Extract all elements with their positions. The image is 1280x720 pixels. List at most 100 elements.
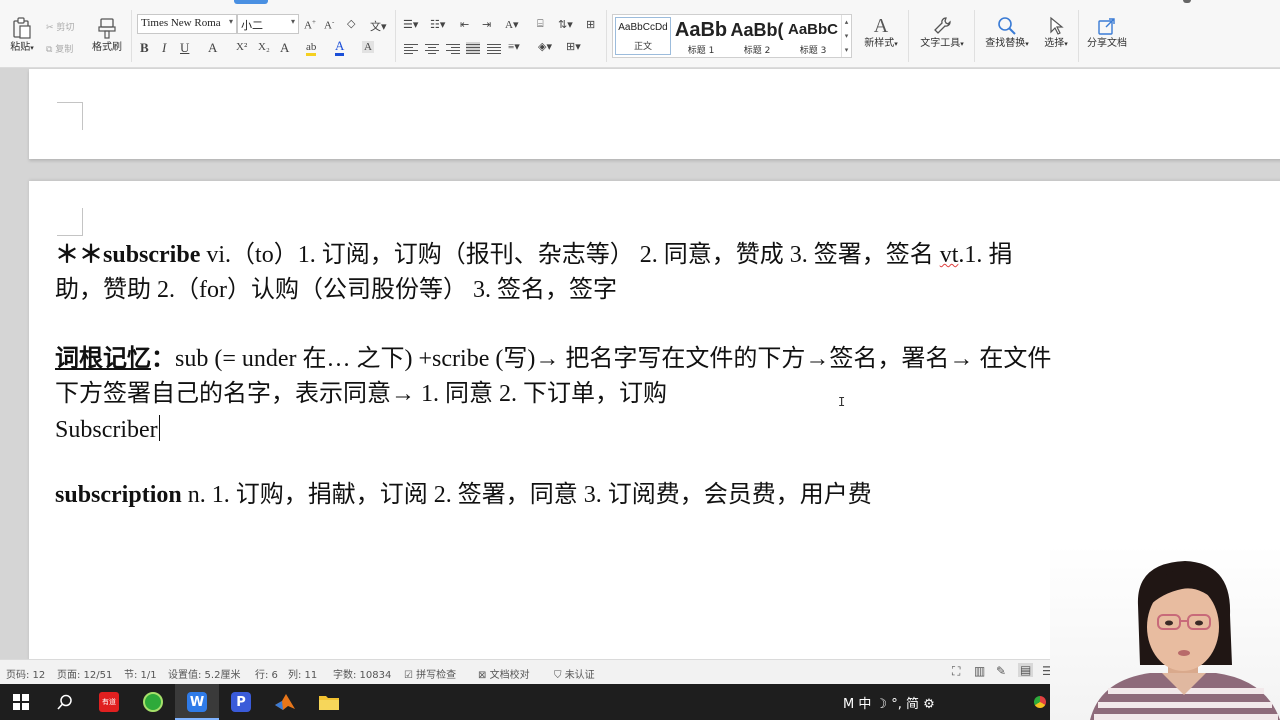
previous-page <box>29 69 1280 159</box>
style-heading-2[interactable]: AaBb( 标题 2 <box>729 19 785 56</box>
paste-icon <box>11 16 33 40</box>
align-left-icon[interactable] <box>404 42 418 54</box>
proof-icon: ⊠ <box>478 670 487 681</box>
gallery-scroll[interactable]: ▴ ▾ ▾ <box>841 15 851 57</box>
line-spacing-icon[interactable]: ≡▾ <box>508 40 520 53</box>
align-right-icon[interactable] <box>446 42 460 54</box>
status-page-number[interactable]: 页码: 12 <box>6 666 45 681</box>
status-page-count[interactable]: 页面: 12/51 <box>57 666 112 681</box>
status-row[interactable]: 行: 6 <box>255 666 278 681</box>
browser-icon[interactable] <box>140 689 166 715</box>
text-effect-icon[interactable]: A <box>280 40 289 56</box>
window-control-indicator <box>1183 0 1191 3</box>
font-color-icon[interactable]: A <box>335 39 345 56</box>
root-memory-label: 词根记忆 <box>55 346 151 372</box>
font-family-select[interactable]: Times New Roma ▾ <box>137 14 237 34</box>
search-icon[interactable] <box>52 689 78 715</box>
decrease-indent-icon[interactable]: ⇤ <box>460 18 469 31</box>
spell-check-button[interactable]: ☑ 拼写检查 <box>404 666 456 681</box>
read-mode-icon[interactable]: ▥ <box>974 664 985 678</box>
style-sample: AaBb( <box>730 20 784 40</box>
font-size-select[interactable]: 小二 ▾ <box>237 14 299 34</box>
ime-indicator[interactable]: M 中 ☽ °, 简 ⚙ <box>843 693 935 712</box>
divider <box>606 10 607 62</box>
clear-format-icon[interactable]: ◇ <box>347 17 355 30</box>
style-heading-1[interactable]: AaBb 标题 1 <box>673 19 729 56</box>
borders-icon[interactable]: ⊞▾ <box>566 40 581 53</box>
numbered-list-icon[interactable]: ☷▾ <box>430 18 445 31</box>
highlight-icon[interactable]: ab <box>306 41 317 56</box>
bullet-list-icon[interactable]: ☰▾ <box>403 18 418 31</box>
page-view-icon[interactable]: ▤ <box>1018 663 1034 677</box>
text-tools-label: 文字工具 <box>920 38 961 49</box>
char-shading-icon[interactable]: A <box>362 41 374 53</box>
file-explorer-icon[interactable] <box>316 689 342 715</box>
sort-icon[interactable]: ⇅▾ <box>558 18 573 31</box>
new-style-button[interactable]: A 新样式▾ <box>861 14 901 50</box>
bold-icon[interactable]: B <box>140 40 149 56</box>
status-word-count[interactable]: 字数: 10834 <box>333 666 391 681</box>
text-line-5[interactable]: Subscriber <box>55 415 160 444</box>
distributed-icon[interactable] <box>487 42 501 54</box>
colon: ： <box>151 346 175 372</box>
document-proof-button[interactable]: ⊠ 文档校对 <box>478 666 530 681</box>
divider <box>1078 10 1079 62</box>
document-proof-label: 文档校对 <box>489 670 530 681</box>
find-replace-button[interactable]: 查找替换▾ <box>982 14 1032 49</box>
new-style-label: 新样式 <box>864 38 895 49</box>
wps-presentation-icon[interactable]: P <box>228 689 254 715</box>
etymology-text: sub (= under 在… 之下) +scribe (写)→ 把名字写在文件… <box>175 346 1052 372</box>
text-line-2[interactable]: 助，赞助 2.（for）认购（公司股份等） 3. 签名，签字 <box>55 276 617 304</box>
text-line-4[interactable]: 下方签署自己的名字，表示同意→ 1. 同意 2. 下订单，订购 <box>55 380 667 408</box>
font-family-value: Times New Roma <box>141 17 221 29</box>
select-button[interactable]: 选择▾ <box>1036 14 1076 49</box>
certification-button[interactable]: ⛉ 未认证 <box>554 666 595 681</box>
font-size-value: 小二 <box>241 20 263 32</box>
write-mode-icon[interactable]: ✎ <box>996 664 1006 678</box>
text-line-1[interactable]: ＊＊subscribe vi.（to）1. 订阅，订购（报刊、杂志等） 2. 同… <box>55 241 1012 269</box>
format-painter-icon <box>96 16 118 40</box>
strikethrough-icon[interactable]: A <box>208 40 217 56</box>
text-line-6[interactable]: subscription n. 1. 订购，捐献，订阅 2. 签署，同意 3. … <box>55 481 872 509</box>
text-line-3[interactable]: 词根记忆：sub (= under 在… 之下) +scribe (写)→ 把名… <box>55 345 1051 373</box>
certification-label: 未认证 <box>564 670 595 681</box>
mouse-ibeam-cursor: I <box>838 395 846 409</box>
shield-icon: ⛉ <box>554 670 562 681</box>
wps-writer-icon[interactable]: W <box>184 689 210 715</box>
status-setting-value[interactable]: 设置值: 5.2厘米 <box>168 666 240 681</box>
copy-button[interactable]: ⧉ 复制 <box>46 42 73 55</box>
shrink-font-icon[interactable]: A- <box>324 18 334 32</box>
chinese-layout-icon[interactable]: ⌸ <box>537 18 544 31</box>
fullscreen-icon[interactable]: ⛶ <box>952 664 960 679</box>
definition-text: n. 1. 订购，捐献，订阅 2. 签署，同意 3. 订阅费，会员费，用户费 <box>181 482 872 508</box>
status-column[interactable]: 列: 11 <box>288 666 317 681</box>
underline-icon[interactable]: U <box>180 40 189 56</box>
grow-font-icon[interactable]: A+ <box>304 18 316 32</box>
style-normal[interactable]: AaBbCcDd 正文 <box>615 17 671 55</box>
phonetic-icon[interactable]: 文▾ <box>370 18 387 34</box>
subscript-icon[interactable]: X₂ <box>258 41 270 53</box>
superscript-icon[interactable]: X² <box>236 41 247 53</box>
style-heading-3[interactable]: AaBbC 标题 3 <box>785 19 841 56</box>
italic-icon[interactable]: I <box>162 40 166 56</box>
format-painter-label: 格式刷 <box>92 42 122 53</box>
windows-start-icon[interactable] <box>8 689 34 715</box>
increase-indent-icon[interactable]: ⇥ <box>482 18 491 31</box>
justify-icon[interactable] <box>466 42 480 54</box>
cut-button[interactable]: ✂ 剪切 <box>46 20 74 33</box>
align-center-icon[interactable] <box>425 42 439 54</box>
text-tools-button[interactable]: 文字工具▾ <box>918 14 966 49</box>
shading-icon[interactable]: ◈▾ <box>538 40 552 53</box>
paste-button[interactable]: 粘贴▾ <box>2 16 42 53</box>
chevron-down-icon: ▾ <box>290 17 295 26</box>
style-name: 标题 3 <box>799 46 827 56</box>
text-direction-icon[interactable]: A▾ <box>505 18 518 31</box>
matlab-icon[interactable] <box>272 689 298 715</box>
youdao-dict-icon[interactable]: 有道 <box>96 689 122 715</box>
show-marks-icon[interactable]: ⊞ <box>586 18 595 31</box>
active-tab-indicator <box>234 0 268 4</box>
share-document-button[interactable]: 分享文档 <box>1084 14 1130 49</box>
status-section[interactable]: 节: 1/1 <box>124 666 157 681</box>
divider <box>131 10 132 62</box>
format-painter-button[interactable]: 格式刷 <box>87 16 127 53</box>
